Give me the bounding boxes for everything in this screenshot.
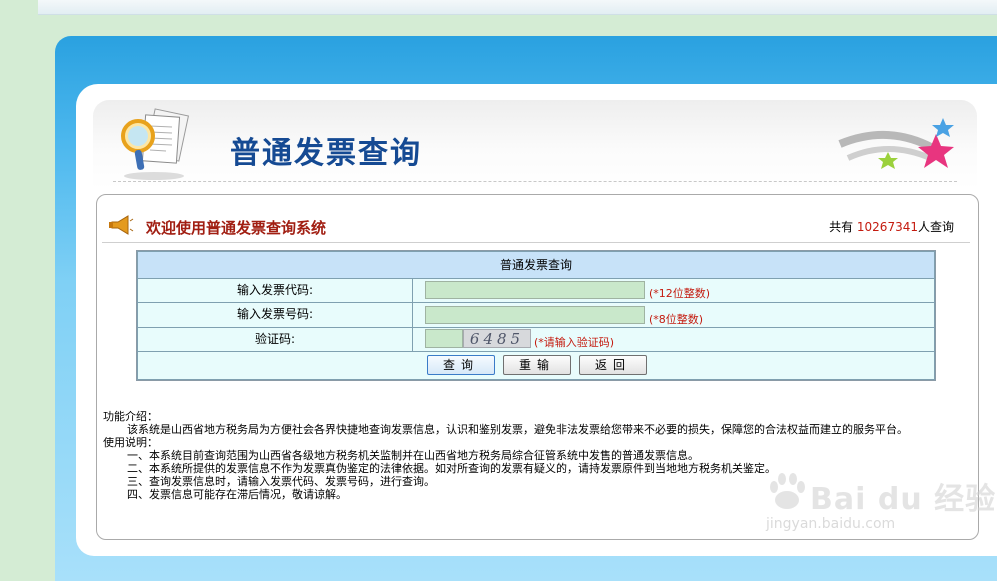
captcha-label: 验证码: <box>138 328 412 351</box>
top-strip <box>38 0 997 15</box>
visitor-count-suffix: 人查询 <box>917 220 954 234</box>
invoice-number-input[interactable] <box>425 306 645 324</box>
visitor-count-value: 10267341 <box>856 220 918 234</box>
invoice-code-cell: (*12位整数) <box>413 279 934 302</box>
back-button[interactable]: 返回 <box>579 355 647 375</box>
intro-text-body: 该系统是山西省地方税务局为方便社会各界快捷地查询发票信息，认识和鉴别发票，避免非… <box>127 423 908 436</box>
decorative-stars-icon <box>838 118 954 169</box>
visitor-count-prefix: 共有 <box>829 220 854 234</box>
welcome-bar: 欢迎使用普通发票查询系统 共有 10267341人查询 <box>102 210 970 243</box>
invoice-number-hint: (*8位整数) <box>649 313 704 326</box>
form-heading: 普通发票查询 <box>138 252 934 278</box>
visitor-count: 共有 10267341人查询 <box>829 218 954 235</box>
invoice-code-input[interactable] <box>425 281 645 299</box>
captcha-image[interactable]: 6485 <box>463 329 531 348</box>
usage-title: 使用说明： <box>103 436 158 449</box>
captcha-input[interactable] <box>425 329 463 348</box>
invoice-code-label: 输入发票代码: <box>138 279 412 302</box>
intro-text: 该系统是山西省地方税务局为方便社会各界快捷地查询发票信息，认识和鉴别发票，避免非… <box>103 423 965 436</box>
invoice-code-hint: (*12位整数) <box>649 287 711 300</box>
usage-item: 三、查询发票信息时，请输入发票代码、发票号码，进行查询。 <box>127 475 435 488</box>
usage-item: 四、发票信息可能存在滞后情况，敬请谅解。 <box>127 488 347 501</box>
info-section: 功能介绍： 该系统是山西省地方税务局为方便社会各界快捷地查询发票信息，认识和鉴别… <box>103 410 965 501</box>
reset-button[interactable]: 重输 <box>503 355 571 375</box>
usage-item: 一、本系统目前查询范围为山西省各级地方税务机关监制并在山西省地方税务局综合征管系… <box>127 449 699 462</box>
usage-item: 二、本系统所提供的发票信息不作为发票真伪鉴定的法律依据。如对所查询的发票有疑义的… <box>127 462 776 475</box>
page-title: 普通发票查询 <box>230 136 422 171</box>
megaphone-icon <box>109 215 134 235</box>
query-button[interactable]: 查询 <box>427 355 495 375</box>
intro-title: 功能介绍： <box>103 410 158 423</box>
button-row: 查询 重输 返回 <box>138 352 934 379</box>
captcha-cell: 6485 (*请输入验证码) <box>413 328 934 351</box>
invoice-number-cell: (*8位整数) <box>413 303 934 327</box>
captcha-hint: (*请输入验证码) <box>534 336 615 349</box>
welcome-text: 欢迎使用普通发票查询系统 <box>146 219 327 237</box>
query-form-table: 普通发票查询 输入发票代码: (*12位整数) 输入发票号码: (*8位整数) … <box>136 250 936 381</box>
magnifier-document-icon <box>121 108 190 180</box>
invoice-number-label: 输入发票号码: <box>138 303 412 327</box>
